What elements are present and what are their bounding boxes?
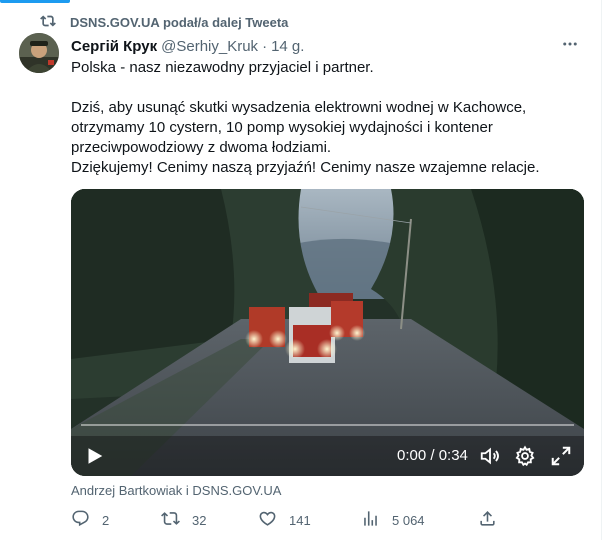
like-button[interactable]: 141 <box>258 509 311 531</box>
tweet-timestamp[interactable]: 14 g. <box>271 38 304 55</box>
play-icon <box>83 448 105 471</box>
heart-icon <box>258 509 277 531</box>
retweet-banner[interactable]: DSNS.GOV.UA podał/a dalej Tweeta <box>40 14 288 30</box>
tweet-card[interactable]: DSNS.GOV.UA podał/a dalej Tweeta Сергій … <box>0 0 602 540</box>
tweet-text-line: Dziękujemy! Cenimy naszą przyjaźń! Cenim… <box>71 159 540 176</box>
fullscreen-icon <box>550 446 572 471</box>
more-dots-icon <box>561 35 579 58</box>
retweet-banner-text[interactable]: DSNS.GOV.UA podał/a dalej Tweeta <box>70 15 288 30</box>
reply-count: 2 <box>102 512 110 528</box>
author-handle[interactable]: @Serhiy_Kruk <box>161 38 258 55</box>
reply-icon <box>71 509 90 531</box>
avatar[interactable] <box>19 33 59 73</box>
video-frame <box>71 189 584 476</box>
video-progress-bar[interactable] <box>81 424 574 426</box>
tweet-text-line: Polska - nasz niezawodny przyjaciel i pa… <box>71 59 374 76</box>
volume-icon <box>479 447 501 471</box>
share-icon <box>478 509 497 531</box>
video-player[interactable]: 0:00 / 0:34 <box>71 189 584 476</box>
like-count: 141 <box>289 512 311 528</box>
retweet-icon <box>161 509 180 531</box>
views-button[interactable]: 5 064 <box>361 509 425 531</box>
retweet-button[interactable]: 32 <box>161 509 206 531</box>
settings-gear-icon <box>514 445 536 471</box>
views-chart-icon <box>361 509 380 531</box>
header-separator: · <box>262 37 268 55</box>
reply-button[interactable]: 2 <box>71 509 109 531</box>
tweet-actions: 2 32 141 5 064 <box>71 509 501 531</box>
retweet-count: 32 <box>192 512 207 528</box>
author-name[interactable]: Сергій Крук <box>71 38 157 55</box>
fullscreen-button[interactable] <box>550 445 572 467</box>
tweet-text: Polska - nasz niezawodny przyjaciel i pa… <box>71 58 586 178</box>
play-button[interactable] <box>83 445 105 467</box>
tweet-header: Сергій Крук @Serhiy_Kruk · 14 g. <box>71 36 304 56</box>
retweet-icon <box>40 13 56 32</box>
settings-button[interactable] <box>514 445 536 467</box>
video-controls: 0:00 / 0:34 <box>71 436 584 476</box>
more-options-button[interactable] <box>558 34 582 58</box>
views-count: 5 064 <box>392 512 425 528</box>
volume-button[interactable] <box>479 445 501 467</box>
tweet-text-line: Dziś, aby usunąć skutki wysadzenia elekt… <box>71 99 527 156</box>
media-source-credit[interactable]: Andrzej Bartkowiak i DSNS.GOV.UA <box>71 483 281 498</box>
video-time-display: 0:00 / 0:34 <box>397 447 468 464</box>
share-button[interactable] <box>478 509 497 531</box>
